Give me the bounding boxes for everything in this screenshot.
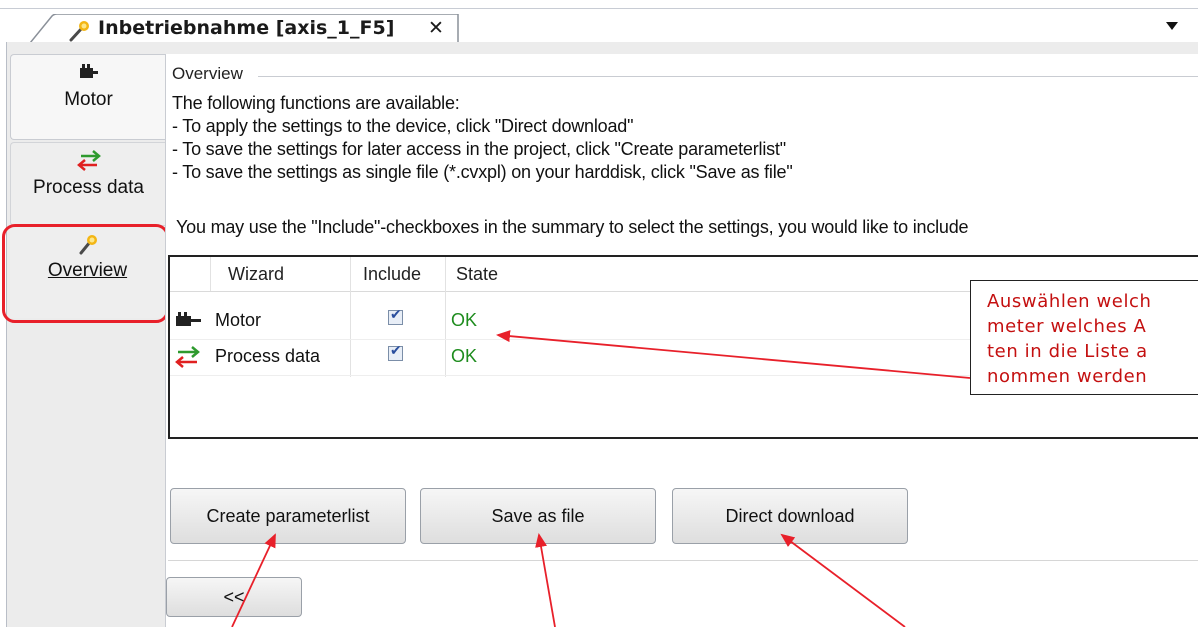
wizard-name: Motor: [215, 310, 262, 330]
intro-text: - To save the settings for later access …: [172, 139, 786, 159]
create-parameterlist-button[interactable]: Create parameterlist: [170, 488, 406, 544]
group-border: [258, 76, 1198, 77]
annotation-text: Auswählen welch: [987, 291, 1152, 312]
highlight-marker: [2, 224, 169, 323]
nav-item-motor[interactable]: Motor: [10, 54, 166, 140]
column-header-include[interactable]: Include: [363, 264, 421, 285]
tab-strip: Inbetriebnahme [axis_1_F5] ✕: [0, 0, 1198, 44]
frame-border: [6, 42, 7, 627]
wizard-navigation: Motor Process data Overview: [10, 54, 166, 627]
nav-item-label: Motor: [64, 89, 113, 110]
intro-text: - To save the settings as single file (*…: [172, 162, 793, 182]
intro-text: The following functions are available:: [172, 93, 460, 113]
tab-title: Inbetriebnahme [axis_1_F5]: [98, 17, 395, 39]
include-checkbox[interactable]: [388, 343, 403, 361]
back-button[interactable]: <<: [166, 577, 302, 617]
separator: [168, 560, 1198, 561]
swap-arrows-icon: [174, 345, 204, 373]
close-icon[interactable]: ✕: [428, 17, 444, 39]
state-value: OK: [451, 310, 478, 330]
tab-inbetriebnahme[interactable]: Inbetriebnahme [axis_1_F5] ✕: [30, 14, 460, 44]
intro-text: - To apply the settings to the device, c…: [172, 116, 634, 136]
motor-icon: [174, 309, 204, 335]
tab-strip-border: [0, 8, 1198, 9]
direct-download-button[interactable]: Direct download: [672, 488, 908, 544]
magic-wand-icon: [68, 20, 90, 42]
wizard-name: Process data: [215, 346, 321, 366]
chevron-down-icon[interactable]: [1166, 22, 1178, 30]
motor-icon: [11, 61, 166, 87]
annotation-text: ten in die Liste a: [987, 341, 1148, 362]
annotation-text: nommen werden: [987, 366, 1148, 387]
include-checkbox[interactable]: [388, 307, 403, 325]
intro-text: You may use the "Include"-checkboxes in …: [176, 217, 969, 237]
annotation-text: meter welches A: [987, 316, 1147, 337]
save-as-file-button[interactable]: Save as file: [420, 488, 656, 544]
nav-item-label: Process data: [33, 177, 144, 198]
column-header-state[interactable]: State: [456, 264, 498, 285]
column-divider: [210, 257, 211, 291]
nav-item-process-data[interactable]: Process data: [10, 142, 166, 226]
annotation-callout: Auswählen welch meter welches A ten in d…: [970, 280, 1198, 395]
column-header-wizard[interactable]: Wizard: [228, 264, 284, 285]
swap-arrows-icon: [11, 149, 166, 175]
state-value: OK: [451, 346, 478, 366]
group-title: Overview: [172, 64, 247, 84]
